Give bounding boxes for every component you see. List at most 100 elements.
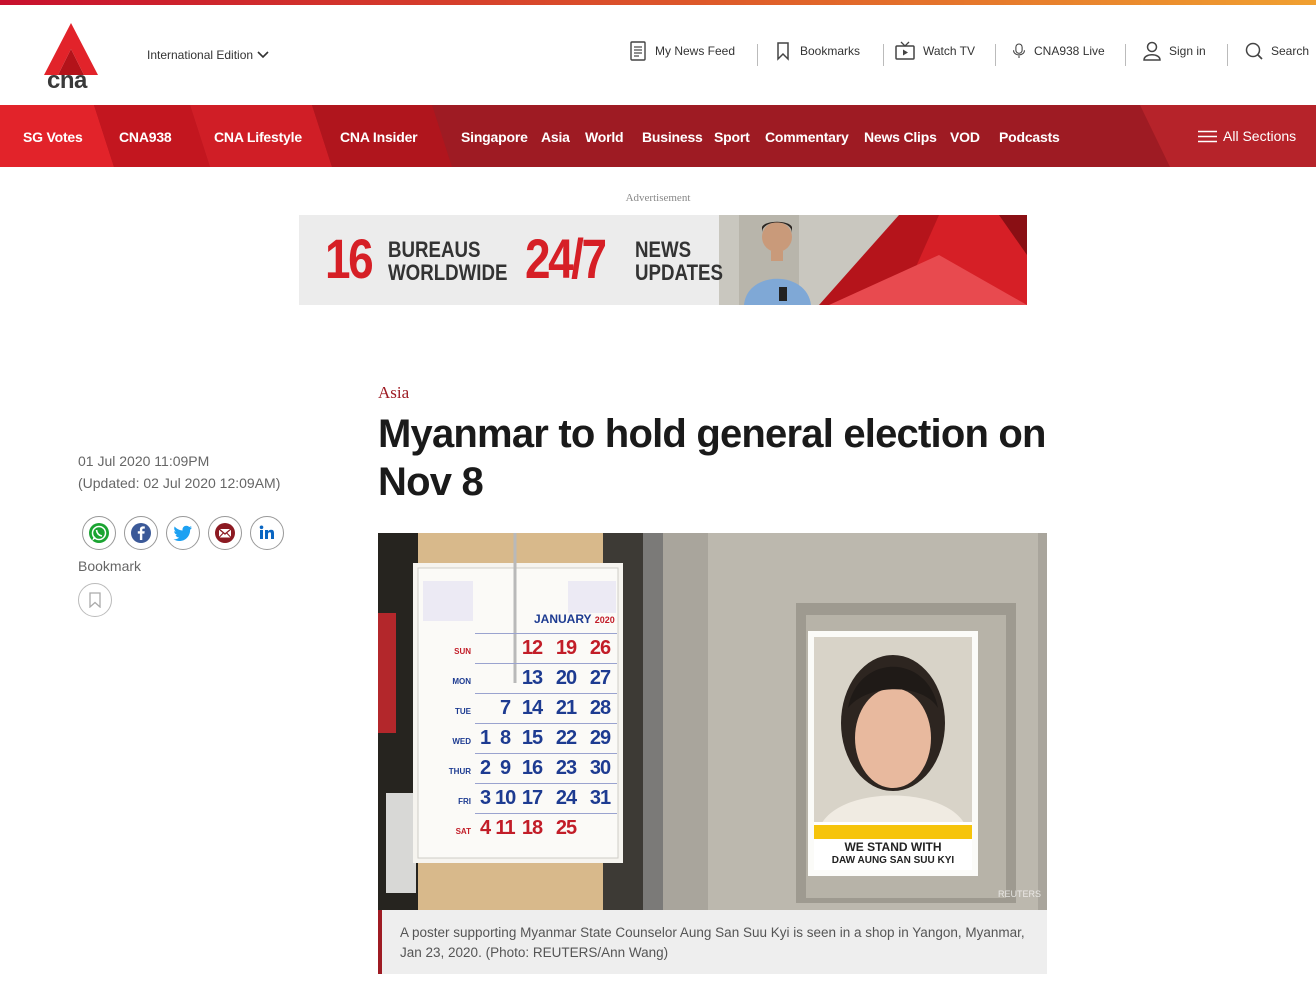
main-navigation: SG Votes CNA938 CNA Lifestyle CNA Inside… [0,105,1316,167]
bookmark-button[interactable] [78,583,112,617]
all-sections-button[interactable]: All Sections [1198,128,1296,144]
calendar-date: 9 [499,757,511,779]
ad-number-247: 24/7 [525,227,607,290]
calendar-date: 3 [479,787,491,809]
watch-tv-label: Watch TV [923,44,976,58]
calendar-date: 16 [521,757,543,779]
nav-news-clips[interactable]: News Clips [864,129,937,145]
calendar-date: 22 [555,727,577,749]
published-date: 01 Jul 2020 11:09PM [78,453,210,469]
ad-text-news: NEWS UPDATES [635,238,723,284]
calendar-date: 1 [479,727,491,749]
poster-spacer [814,827,972,841]
user-icon [1143,41,1161,61]
watch-tv-link[interactable]: Watch TV [895,41,975,61]
photo-watermark: REUTERS [998,889,1041,899]
calendar-date: 24 [555,787,577,809]
calendar-date: 20 [555,667,577,689]
share-linkedin-button[interactable] [250,516,284,550]
advertisement-label: Advertisement [625,192,691,204]
calendar-date [583,814,617,843]
email-icon [215,523,235,543]
calendar-date: 23 [555,757,577,779]
nav-singapore[interactable]: Singapore [461,129,528,145]
nav-sg-votes[interactable]: SG Votes [23,129,83,145]
nav-cna938[interactable]: CNA938 [119,129,172,145]
article-dates: 01 Jul 2020 11:09PM (Updated: 02 Jul 202… [78,450,280,494]
ad-text-bureaus: BUREAUS WORLDWIDE [388,238,507,284]
article-title: Myanmar to hold general election on Nov … [378,412,1046,504]
share-twitter-button[interactable] [166,516,200,550]
calendar-date [495,634,515,663]
calendar-date: 31 [589,787,611,809]
nav-commentary[interactable]: Commentary [765,129,849,145]
search-icon [1245,42,1263,60]
calendar-year: 2020 [594,615,615,625]
calendar-date: 8 [499,727,511,749]
nav-world[interactable]: World [585,129,624,145]
search-link[interactable]: Search [1245,41,1309,61]
calendar-date: 26 [589,637,611,659]
edition-selector[interactable]: International Edition [147,48,269,62]
calendar-date [495,664,515,693]
calendar-row: 2 9 16 23 30 [475,753,617,783]
calendar-date: 27 [589,667,611,689]
calendar-date: 15 [521,727,543,749]
calendar-row: 13 20 27 [475,663,617,693]
whatsapp-icon [89,523,109,543]
updated-date: (Updated: 02 Jul 2020 12:09AM) [78,475,281,491]
microphone-icon [1013,43,1025,58]
calendar-date: 19 [555,637,577,659]
divider [1125,44,1126,66]
ad-text-line: UPDATES [635,260,723,285]
my-news-feed-label: My News Feed [655,44,736,58]
nav-asia[interactable]: Asia [541,129,570,145]
calendar-date: 7 [499,697,511,719]
calendar-date: 11 [495,817,515,839]
calendar-grid: 12 19 26 13 20 27 7 14 21 28 1 8 15 22 29 2 9 16 23 30 3 10 17… [475,633,617,843]
my-news-feed-link[interactable]: My News Feed [629,41,735,61]
calendar-date: 2 [479,757,491,779]
advertisement-banner[interactable]: 16 BUREAUS WORLDWIDE 24/7 NEWS UPDATES [299,215,1027,305]
twitter-icon [173,525,192,541]
nav-podcasts[interactable]: Podcasts [999,129,1060,145]
calendar-date: 4 [479,817,491,839]
article-section-link[interactable]: Asia [378,383,409,403]
poster-line2: DAW AUNG SAN SUU KYI [831,855,955,866]
bookmark-icon [89,592,101,608]
share-email-button[interactable] [208,516,242,550]
nav-sport[interactable]: Sport [714,129,750,145]
nav-cna-insider[interactable]: CNA Insider [340,129,418,145]
linkedin-icon [259,525,274,539]
poster-line1: WE STAND WITH [844,840,942,854]
calendar-row: 1 8 15 22 29 [475,723,617,753]
cna938-live-link[interactable]: CNA938 Live [1012,41,1105,61]
calendar-date: 14 [521,697,543,719]
logo-text: cna [47,67,87,94]
divider [995,44,996,66]
calendar-date: 28 [589,697,611,719]
poster-text: WE STAND WITH DAW AUNG SAN SUU KYI [814,827,972,867]
share-facebook-button[interactable] [124,516,158,550]
edition-label: International Edition [147,48,254,62]
share-buttons [82,516,284,550]
nav-cna-lifestyle[interactable]: CNA Lifestyle [214,129,302,145]
news-feed-icon [630,41,646,61]
tv-icon [895,41,915,60]
ad-number-16: 16 [325,227,374,290]
article-photo[interactable]: REUTERS JANUARY 2020 SUN MON TUE WED THUR FRI… [378,533,1047,910]
facebook-icon [131,523,151,543]
ad-text-line: BUREAUS [388,237,481,262]
nav-vod[interactable]: VOD [950,129,980,145]
calendar-date: 12 [521,637,543,659]
share-whatsapp-button[interactable] [82,516,116,550]
calendar-date: 25 [555,817,577,839]
divider [883,44,884,66]
calendar-date [475,694,495,723]
divider [757,44,758,66]
ad-text-line: NEWS [635,237,692,262]
all-sections-label: All Sections [1223,128,1297,144]
nav-business[interactable]: Business [642,129,703,145]
sign-in-link[interactable]: Sign in [1143,41,1206,61]
bookmarks-link[interactable]: Bookmarks [774,41,860,61]
